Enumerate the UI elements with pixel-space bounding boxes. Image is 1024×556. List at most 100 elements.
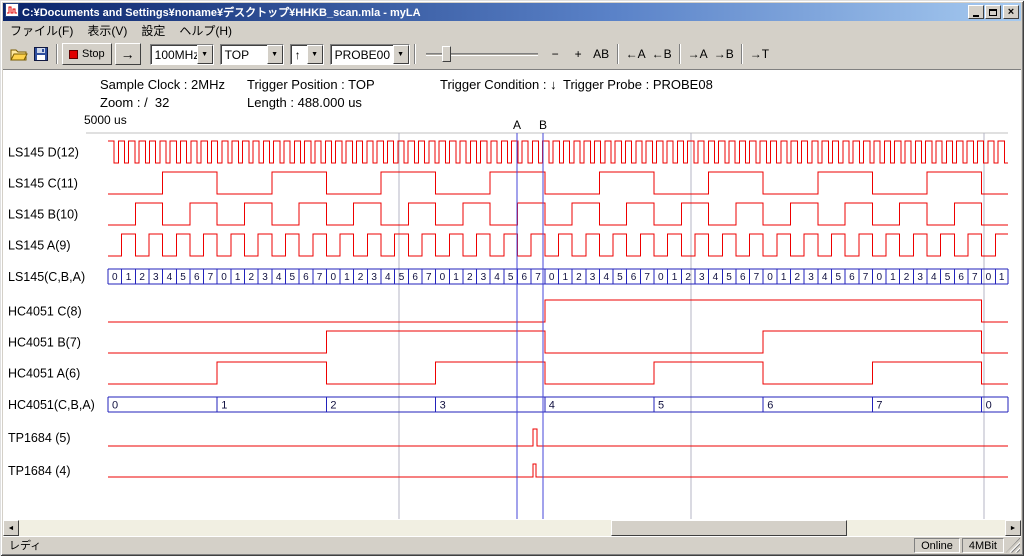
bus-value: 0	[112, 272, 118, 283]
scrollbar-thumb[interactable]	[611, 520, 848, 536]
jump-a-right-button[interactable]: →A	[685, 44, 711, 64]
window-title: C:¥Documents and Settings¥noname¥デスクトップ¥…	[22, 4, 967, 20]
bus-value: 3	[590, 272, 596, 283]
bus-value: 3	[262, 272, 268, 283]
toolbar-separator	[617, 44, 619, 64]
jump-b-right-button[interactable]: →B	[711, 44, 737, 64]
trigger-probe-value: PROBE00	[331, 45, 393, 64]
bus-value: 3	[917, 272, 923, 283]
close-button[interactable]: ×	[1003, 5, 1019, 19]
bus-value: 0	[112, 399, 118, 411]
bus-value: 2	[576, 272, 582, 283]
scroll-right-button[interactable]: ►	[1005, 520, 1021, 536]
trigger-edge-combo[interactable]: ↑ ▼	[290, 44, 324, 65]
bus-value: 7	[972, 272, 978, 283]
chevron-down-icon[interactable]: ▼	[307, 45, 323, 64]
app-icon	[5, 3, 19, 22]
stop-icon	[69, 50, 78, 59]
chevron-down-icon[interactable]: ▼	[267, 45, 283, 64]
trigger-edge-value: ↑	[291, 45, 307, 64]
bus-value: 2	[358, 272, 364, 283]
zoom-slider-thumb[interactable]	[442, 46, 451, 62]
zoom-out-button[interactable]: −	[544, 44, 567, 64]
bus-value: 4	[276, 272, 282, 283]
channel-label-ls145-c: LS145 C(11)	[8, 177, 78, 191]
bus-value: 7	[317, 272, 323, 283]
bus-value: 4	[713, 272, 719, 283]
menu-help[interactable]: ヘルプ(H)	[172, 21, 239, 40]
bus-value: 2	[904, 272, 910, 283]
zoom-slider[interactable]	[426, 44, 538, 64]
bus-value: 5	[399, 272, 405, 283]
maximize-icon	[989, 9, 997, 16]
cursor-a-label: A	[513, 118, 521, 132]
status-ready-text: レディ	[3, 537, 912, 553]
menu-view[interactable]: 表示(V)	[80, 21, 134, 40]
bus-value: 6	[849, 272, 855, 283]
titlebar[interactable]: C:¥Documents and Settings¥noname¥デスクトップ¥…	[3, 3, 1021, 21]
wave-ls145-c	[108, 172, 1008, 194]
bus-hc4051-bus: 012345670	[108, 397, 1008, 412]
run-button[interactable]: →	[115, 43, 141, 65]
bus-value: 6	[958, 272, 964, 283]
bus-value: 7	[535, 272, 541, 283]
bus-value: 5	[658, 399, 664, 411]
bus-value: 2	[330, 399, 336, 411]
save-file-button[interactable]	[30, 43, 52, 65]
bus-value: 0	[221, 272, 227, 283]
trigger-position-value: TOP	[221, 45, 267, 64]
toolbar: Stop → 100MHz ▼ TOP ▼ ↑ ▼ PROBE00 ▼ −+AB…	[3, 39, 1021, 70]
horizontal-scrollbar[interactable]: ◄ ►	[3, 520, 1021, 536]
channel-label-tp1684-5: TP1684 (5)	[8, 431, 71, 445]
bus-value: 5	[945, 272, 951, 283]
bus-value: 2	[467, 272, 473, 283]
toolbar-separator	[56, 44, 58, 64]
trigger-position-combo[interactable]: TOP ▼	[220, 44, 284, 65]
chevron-down-icon[interactable]: ▼	[393, 45, 409, 64]
scrollbar-track[interactable]	[19, 520, 1005, 536]
bus-value: 5	[180, 272, 186, 283]
waveform-display[interactable]: LS145 D(12)LS145 C(11)LS145 B(10)LS145 A…	[3, 70, 1021, 520]
scroll-left-button[interactable]: ◄	[3, 520, 19, 536]
bus-value: 0	[986, 272, 992, 283]
bus-value: 3	[808, 272, 814, 283]
toolbar-separator	[679, 44, 681, 64]
bus-value: 1	[890, 272, 896, 283]
scroll-left-icon: ◄	[8, 525, 15, 532]
sample-clock-combo[interactable]: 100MHz ▼	[150, 44, 214, 65]
menu-settings[interactable]: 設定	[134, 21, 172, 40]
wave-tp1684-4	[108, 464, 1008, 477]
bus-value: 4	[603, 272, 609, 283]
bus-value: 3	[481, 272, 487, 283]
stop-button[interactable]: Stop	[62, 43, 112, 65]
chevron-down-icon[interactable]: ▼	[197, 45, 213, 64]
trigger-probe-combo[interactable]: PROBE00 ▼	[330, 44, 410, 65]
jump-trigger-button[interactable]: →T	[747, 44, 772, 64]
channel-label-hc4051-bus: HC4051(C,B,A)	[8, 398, 95, 412]
channel-label-ls145-bus: LS145(C,B,A)	[8, 270, 85, 284]
zoom-ab-button[interactable]: AB	[590, 44, 613, 64]
open-file-button[interactable]	[8, 43, 30, 65]
bus-value: 1	[126, 272, 132, 283]
bus-value: 3	[153, 272, 159, 283]
status-online-badge: Online	[914, 538, 960, 553]
zoom-in-button[interactable]: +	[567, 44, 590, 64]
bus-value: 7	[426, 272, 432, 283]
minimize-button[interactable]	[968, 5, 984, 19]
close-icon: ×	[1008, 7, 1014, 18]
bus-value: 1	[221, 399, 227, 411]
statusbar: レディ Online 4MBit	[3, 536, 1021, 553]
bus-value: 5	[726, 272, 732, 283]
menu-file[interactable]: ファイル(F)	[3, 21, 80, 40]
bus-value: 0	[986, 399, 992, 411]
bus-value: 5	[289, 272, 295, 283]
resize-grip[interactable]	[1006, 538, 1020, 553]
jump-a-left-button[interactable]: ←A	[623, 44, 649, 64]
toolbar-button-group: −+AB ←A←B →A→B →T	[544, 44, 772, 64]
bus-value: 0	[658, 272, 664, 283]
maximize-button[interactable]	[985, 5, 1001, 19]
jump-b-left-button[interactable]: ←B	[649, 44, 675, 64]
bus-value: 6	[631, 272, 637, 283]
bus-value: 0	[549, 272, 555, 283]
waveform-panel: Sample Clock : 2MHz Trigger Position : T…	[3, 70, 1021, 520]
